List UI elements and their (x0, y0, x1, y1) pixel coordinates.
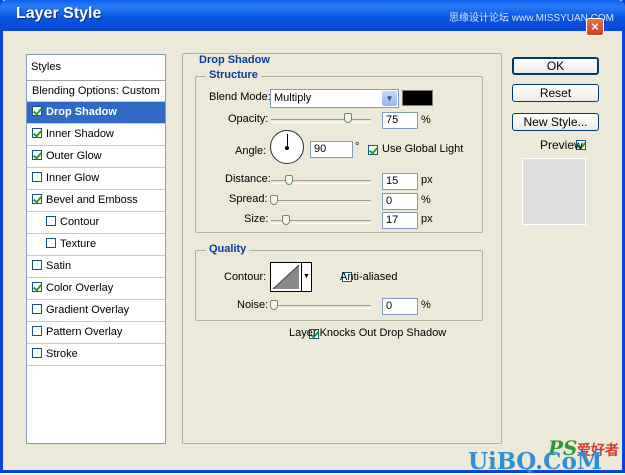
satin-checkbox[interactable] (32, 260, 42, 270)
style-item-inner-glow[interactable]: Inner Glow (27, 168, 165, 190)
distance-slider-thumb[interactable] (285, 175, 293, 185)
global-light-checkbox[interactable] (368, 145, 378, 155)
style-item-label: Pattern Overlay (46, 326, 123, 338)
bevel-emboss-checkbox[interactable] (32, 194, 42, 204)
contour-picker[interactable] (270, 262, 302, 292)
distance-unit: px (421, 174, 433, 186)
style-item-stroke[interactable]: Stroke (27, 344, 165, 366)
distance-input[interactable]: 15 (382, 173, 418, 190)
anti-aliased-label: Anti-aliased (340, 271, 398, 283)
size-label: Size: (244, 213, 269, 225)
styles-header[interactable]: Styles (27, 55, 165, 81)
close-icon: × (591, 19, 599, 34)
style-item-label: Inner Shadow (46, 128, 114, 140)
preview-label: Preview (540, 138, 583, 152)
style-item-contour[interactable]: Contour (27, 212, 165, 234)
noise-slider-thumb[interactable] (270, 300, 278, 310)
style-item-label: Bevel and Emboss (46, 194, 138, 206)
contour-curve-icon (271, 263, 301, 291)
angle-unit: ° (355, 141, 360, 153)
noise-slider-track[interactable] (271, 305, 371, 309)
global-light-label: Use Global Light (382, 143, 464, 155)
spread-slider-thumb[interactable] (270, 195, 278, 205)
chevron-down-icon: ▼ (382, 91, 397, 106)
style-item-label: Satin (46, 260, 72, 272)
style-preview-thumbnail (522, 158, 586, 225)
style-item-label: Gradient Overlay (46, 304, 130, 316)
structure-title: Structure (206, 69, 261, 81)
reset-button[interactable]: Reset (512, 84, 599, 102)
style-item-label: Inner Glow (46, 172, 100, 184)
style-item-gradient-overlay[interactable]: Gradient Overlay (27, 300, 165, 322)
spread-input[interactable]: 0 (382, 193, 418, 210)
opacity-slider-thumb[interactable] (344, 113, 352, 123)
size-slider-thumb[interactable] (282, 215, 290, 225)
outer-glow-checkbox[interactable] (32, 150, 42, 160)
contour-dropdown-button[interactable]: ▼ (302, 262, 312, 292)
style-item-label: Color Overlay (46, 282, 114, 294)
noise-unit: % (421, 299, 431, 311)
drop-shadow-title: Drop Shadow (196, 54, 273, 66)
dialog-title: Layer Style (16, 5, 102, 22)
drop-shadow-checkbox[interactable] (32, 106, 42, 116)
angle-dial[interactable] (270, 130, 304, 164)
contour-label: Contour: (224, 271, 267, 283)
style-item-outer-glow[interactable]: Outer Glow (27, 146, 165, 168)
opacity-unit: % (421, 114, 431, 126)
quality-title: Quality (206, 243, 250, 255)
ok-button[interactable]: OK (512, 57, 599, 75)
contour-checkbox[interactable] (46, 216, 56, 226)
spread-label: Spread: (229, 193, 268, 205)
title-bar[interactable]: Layer Style 思缘设计论坛 www.MISSYUAN.COM (0, 0, 625, 31)
knockout-label: Layer Knocks Out Drop Shadow (289, 327, 447, 339)
color-overlay-checkbox[interactable] (32, 282, 42, 292)
stroke-checkbox[interactable] (32, 348, 42, 358)
angle-input[interactable]: 90 (310, 141, 353, 158)
texture-checkbox[interactable] (46, 238, 56, 248)
site-name-en: UiBQ.CoM (468, 448, 603, 475)
opacity-input[interactable]: 75 (382, 112, 418, 129)
blend-mode-value: Multiply (274, 92, 312, 104)
style-item-satin[interactable]: Satin (27, 256, 165, 278)
opacity-slider-track[interactable] (271, 119, 371, 123)
pattern-overlay-checkbox[interactable] (32, 326, 42, 336)
size-input[interactable]: 17 (382, 212, 418, 229)
style-item-texture[interactable]: Texture (27, 234, 165, 256)
style-item-label: Stroke (46, 348, 78, 360)
blending-options-item[interactable]: Blending Options: Custom (27, 81, 165, 102)
inner-glow-checkbox[interactable] (32, 172, 42, 182)
style-item-bevel-emboss[interactable]: Bevel and Emboss (27, 190, 165, 212)
new-style-button[interactable]: New Style... (512, 113, 599, 131)
distance-label: Distance: (225, 173, 271, 185)
styles-list: Styles Blending Options: Custom Drop Sha… (26, 54, 166, 444)
style-item-drop-shadow[interactable]: Drop Shadow (27, 102, 165, 124)
style-item-pattern-overlay[interactable]: Pattern Overlay (27, 322, 165, 344)
angle-center (285, 146, 289, 150)
noise-label: Noise: (237, 299, 269, 311)
spread-slider-track[interactable] (271, 200, 371, 204)
chevron-down-icon: ▼ (303, 273, 310, 280)
noise-input[interactable]: 0 (382, 298, 418, 315)
style-item-label: Drop Shadow (46, 106, 117, 118)
style-item-label: Outer Glow (46, 150, 102, 162)
size-unit: px (421, 213, 433, 225)
shadow-color-swatch[interactable] (402, 90, 433, 106)
blend-mode-select[interactable]: Multiply ▼ (270, 89, 399, 108)
style-item-label: Texture (60, 238, 97, 250)
spread-unit: % (421, 194, 431, 206)
inner-shadow-checkbox[interactable] (32, 128, 42, 138)
close-button[interactable]: × (586, 18, 604, 36)
style-item-color-overlay[interactable]: Color Overlay (27, 278, 165, 300)
gradient-overlay-checkbox[interactable] (32, 304, 42, 314)
style-item-label: Contour (60, 216, 100, 228)
angle-label: Angle: (235, 145, 267, 157)
blend-mode-label: Blend Mode: (209, 91, 271, 103)
opacity-label: Opacity: (228, 113, 269, 125)
style-item-inner-shadow[interactable]: Inner Shadow (27, 124, 165, 146)
